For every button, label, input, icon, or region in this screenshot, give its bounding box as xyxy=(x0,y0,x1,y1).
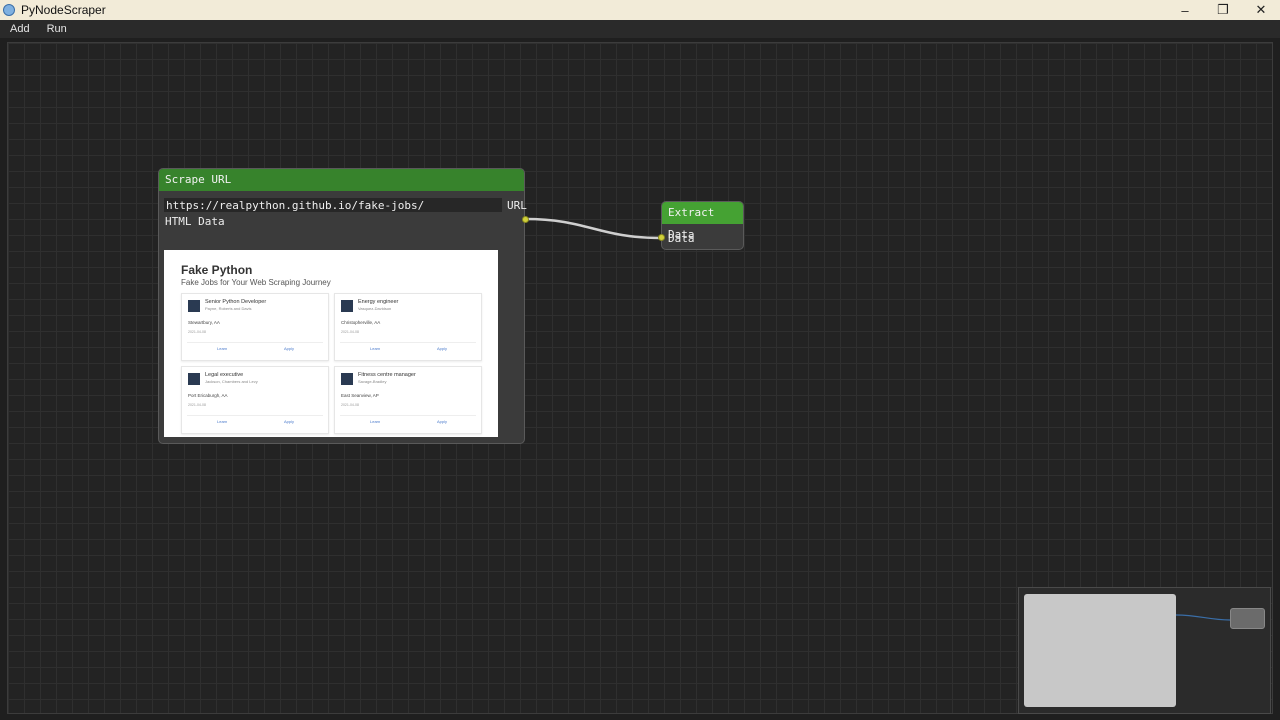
job-location: Stewartbury, AA xyxy=(188,320,220,325)
extract-data-node-title[interactable]: Extract Data xyxy=(662,202,743,241)
job-location: Christopherville, AA xyxy=(341,320,381,325)
learn-link: Learn xyxy=(217,419,228,424)
data-input-pin[interactable] xyxy=(658,234,665,241)
menu-add[interactable]: Add xyxy=(3,23,37,35)
card-divider xyxy=(340,415,476,416)
job-card: Energy engineer Vasquez-Davidson Christo… xyxy=(334,293,482,361)
card-divider xyxy=(340,342,476,343)
menu-bar: Add Run xyxy=(0,20,1280,38)
minimap-extract-node xyxy=(1230,608,1265,629)
card-divider xyxy=(187,342,323,343)
job-location: East Seanview, AP xyxy=(341,393,379,398)
job-location: Port Ericaburgh, AA xyxy=(188,393,228,398)
close-button[interactable]: ✕ xyxy=(1242,0,1280,20)
title-bar: PyNodeScraper – ❐ ✕ xyxy=(0,0,1280,20)
job-date: 2021-04-08 xyxy=(188,403,206,407)
card-divider xyxy=(187,415,323,416)
company-logo xyxy=(341,300,353,312)
job-company: Savage-Bradley xyxy=(358,379,387,384)
company-logo xyxy=(341,373,353,385)
minimize-button[interactable]: – xyxy=(1166,0,1204,20)
job-date: 2021-04-08 xyxy=(341,403,359,407)
html-data-output-pin[interactable] xyxy=(522,216,529,223)
job-title: Senior Python Developer xyxy=(205,299,267,305)
job-card: Legal executive Jackson, Chambers and Le… xyxy=(181,366,329,434)
minimap-link-path xyxy=(1175,614,1231,621)
extract-data-node[interactable]: Extract Data Data xyxy=(658,201,744,250)
preview-subtitle: Fake Jobs for Your Web Scraping Journey xyxy=(181,278,331,287)
apply-link: Apply xyxy=(437,346,448,351)
job-title: Fitness centre manager xyxy=(358,372,416,378)
job-card: Fitness centre manager Savage-Bradley Ea… xyxy=(334,366,482,434)
apply-link: Apply xyxy=(284,346,295,351)
company-logo xyxy=(188,300,200,312)
restore-button[interactable]: ❐ xyxy=(1204,0,1242,20)
job-date: 2021-04-08 xyxy=(341,330,359,334)
learn-link: Learn xyxy=(217,346,228,351)
job-date: 2021-04-08 xyxy=(188,330,206,334)
job-title: Legal executive xyxy=(205,372,244,378)
html-preview-image: Fake Python Fake Jobs for Your Web Scrap… xyxy=(164,250,498,437)
scrape-url-node[interactable]: Scrape URL URL HTML Data Fake Python Fak… xyxy=(158,168,529,444)
url-input[interactable] xyxy=(164,198,502,212)
window-title: PyNodeScraper xyxy=(21,3,106,17)
job-company: Vasquez-Davidson xyxy=(358,306,392,311)
url-row: URL xyxy=(164,198,527,212)
job-title: Energy engineer xyxy=(358,299,399,305)
html-data-label: HTML Data xyxy=(165,215,225,228)
learn-link: Learn xyxy=(370,346,381,351)
scrape-url-node-title[interactable]: Scrape URL xyxy=(159,169,524,191)
job-company: Payne, Roberts and Davis xyxy=(205,306,252,311)
apply-link: Apply xyxy=(284,419,295,424)
menu-run[interactable]: Run xyxy=(40,23,74,35)
app-icon xyxy=(3,4,15,16)
job-card: Senior Python Developer Payne, Roberts a… xyxy=(181,293,329,361)
preview-title: Fake Python xyxy=(181,263,253,277)
minimap[interactable] xyxy=(1018,587,1271,714)
data-input-label: Data xyxy=(668,232,695,245)
learn-link: Learn xyxy=(370,419,381,424)
link-html-to-data xyxy=(524,217,662,240)
job-company: Jackson, Chambers and Levy xyxy=(205,379,258,384)
company-logo xyxy=(188,373,200,385)
url-label: URL xyxy=(507,198,527,212)
apply-link: Apply xyxy=(437,419,448,424)
